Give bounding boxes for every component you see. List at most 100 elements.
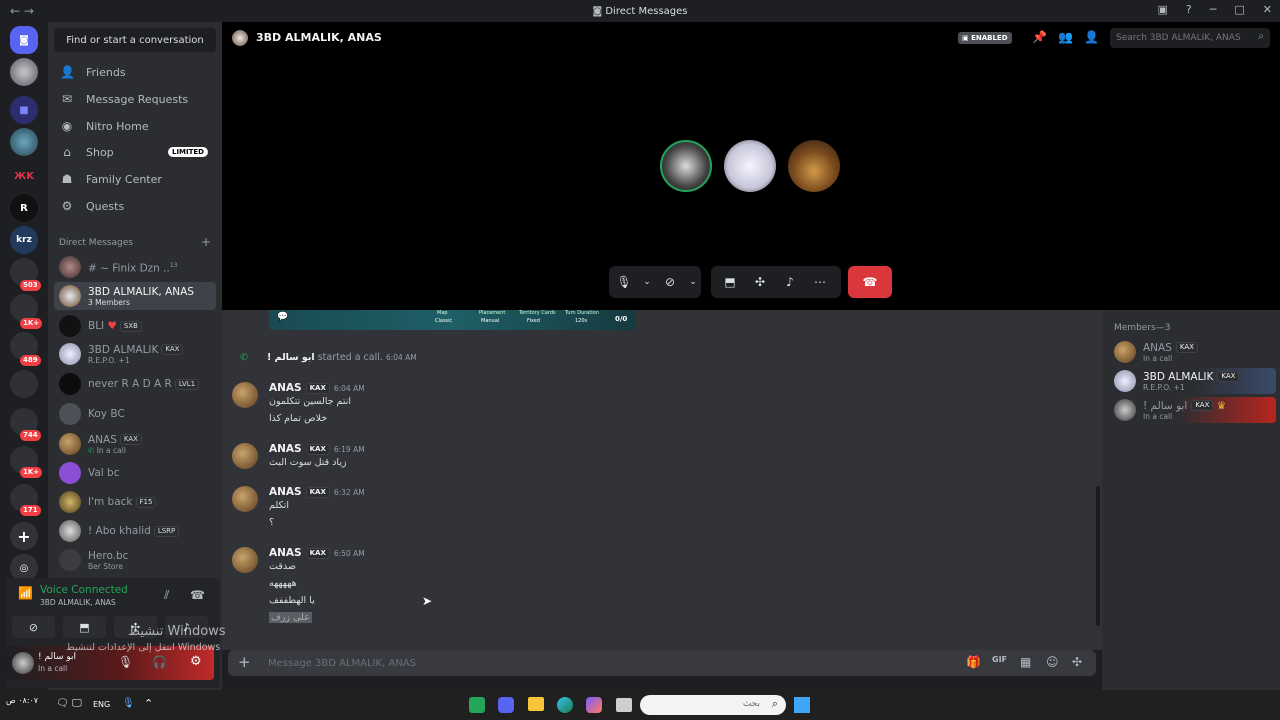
search-box[interactable]: ⌕ — [1110, 28, 1270, 48]
dm-item[interactable]: 3BD ALMALIK KAX R.E.P.O. +1 — [54, 340, 216, 368]
mic-icon[interactable]: 🎙 — [609, 266, 639, 298]
more-icon[interactable]: ⋯ — [805, 266, 835, 298]
chevron-down-icon[interactable]: ⌄ — [685, 266, 701, 298]
add-attachment-icon[interactable]: + — [238, 653, 251, 671]
dm-item[interactable]: never R A D A R LVL1 — [54, 370, 216, 398]
apps-icon[interactable]: ✣ — [1072, 655, 1082, 669]
unread-badge: 744 — [20, 430, 41, 441]
dm-item[interactable]: # ~ Finix Dzn ..13 — [54, 253, 216, 281]
chat-icon: 💬 — [277, 312, 289, 322]
server-icon[interactable]: ЖK — [10, 162, 38, 190]
language-indicator[interactable]: ENG — [93, 700, 110, 709]
window-title: ◙ Direct Messages — [592, 5, 688, 17]
camera-off-button[interactable]: ⊘ — [12, 616, 55, 638]
chat-scrollbar[interactable] — [1096, 486, 1100, 626]
server-icon[interactable] — [10, 128, 38, 156]
disconnect-button[interactable]: ☎ — [848, 266, 892, 298]
dm-item[interactable]: ANAS KAX ✆ In a call — [54, 430, 216, 458]
gif-icon[interactable]: GIF — [992, 655, 1007, 664]
member-item[interactable]: ! ابو سالم KAX ♛ In a call — [1112, 397, 1276, 423]
camera-off-icon[interactable]: ⊘ — [655, 266, 685, 298]
message-input[interactable] — [268, 654, 868, 672]
nav-message-requests[interactable]: ✉ Message Requests — [54, 87, 216, 111]
voice-channel[interactable]: 3BD ALMALIK, ANAS — [40, 598, 116, 607]
avatar[interactable] — [232, 443, 258, 469]
mic-icon[interactable]: 🎙 — [118, 655, 133, 669]
nav-nitro-home[interactable]: ◉ Nitro Home — [54, 114, 216, 138]
chevron-down-icon[interactable]: ⌄ — [639, 266, 655, 298]
nav-family-center[interactable]: ☗ Family Center — [54, 167, 216, 191]
taskbar-app-icon[interactable] — [616, 698, 632, 712]
member-list-icon[interactable]: 👤 — [1084, 30, 1099, 44]
avatar[interactable] — [12, 652, 34, 674]
edge-icon[interactable] — [557, 697, 573, 713]
mic-icon[interactable]: 🎙 — [122, 698, 135, 709]
dm-item[interactable]: 3BD ALMALIK, ANAS 3 Members — [54, 282, 216, 310]
server-icon[interactable]: krz — [10, 226, 38, 254]
chevron-up-icon[interactable]: ⌃ — [144, 697, 153, 710]
discord-taskbar-icon[interactable] — [498, 697, 514, 713]
screen-share-button[interactable]: ⬒ — [63, 616, 106, 638]
nav-shop[interactable]: ⌂ Shop LIMITED — [54, 140, 216, 164]
unread-badge: 1K+ — [20, 467, 43, 478]
nav-friends[interactable]: 👤 Friends — [54, 60, 216, 84]
headphones-icon[interactable]: 🎧 — [152, 655, 167, 669]
participant-avatar[interactable] — [660, 140, 712, 192]
copilot-icon[interactable] — [586, 697, 602, 713]
settings-icon[interactable]: ⚙ — [190, 654, 202, 669]
disconnect-icon[interactable]: ☎ — [190, 588, 205, 602]
file-explorer-icon[interactable] — [528, 697, 544, 711]
discord-logo-icon: ◙ — [592, 5, 603, 17]
enabled-badge[interactable]: ▣ ENABLED — [958, 32, 1012, 44]
folder-icon[interactable]: ■ — [10, 96, 38, 124]
dm-item[interactable]: BLI ♥ SXB — [54, 312, 216, 340]
participant-avatar[interactable] — [788, 140, 840, 192]
avatar[interactable] — [232, 382, 258, 408]
mouse-cursor: ➤ — [422, 594, 433, 608]
help-icon[interactable]: ? — [1186, 3, 1192, 16]
sticker-icon[interactable]: ▦ — [1020, 655, 1031, 669]
server-icon[interactable]: R — [10, 194, 38, 222]
taskbar-app-icon[interactable] — [469, 697, 485, 713]
dm-item[interactable]: Hero.bc Ber Store — [54, 546, 216, 574]
find-conversation-button[interactable]: Find or start a conversation — [54, 28, 216, 52]
emoji-icon[interactable]: ☺ — [1046, 655, 1059, 669]
member-item[interactable]: ANAS KAX In a call — [1112, 339, 1276, 365]
participant-avatar[interactable] — [724, 140, 776, 192]
dm-item[interactable]: ! Abo khalid LSRP — [54, 517, 216, 545]
create-dm-button[interactable]: + — [201, 236, 211, 248]
soundboard-icon[interactable]: ♪ — [775, 266, 805, 298]
avatar[interactable] — [232, 486, 258, 512]
screen-share-icon[interactable]: ⬒ — [715, 266, 745, 298]
home-button[interactable]: ◙ — [10, 26, 38, 54]
add-server-button[interactable]: + — [10, 522, 38, 550]
minimize-button[interactable]: ─ — [1210, 3, 1217, 16]
taskbar-search[interactable]: بحث ⌕ — [640, 695, 786, 715]
noise-suppression-icon[interactable]: ⫽ — [164, 588, 169, 603]
display-icon[interactable]: 🖵 — [72, 698, 82, 709]
screen-icon[interactable]: ▣ — [1158, 3, 1168, 16]
avatar — [59, 433, 81, 455]
clock[interactable]: ٠٨:٠٧ ص — [6, 696, 38, 705]
server-icon[interactable] — [10, 58, 38, 86]
call-controls-audio: 🎙 ⌄ ⊘ ⌄ — [609, 266, 701, 298]
server-folder[interactable] — [10, 370, 38, 398]
search-input[interactable] — [1116, 31, 1250, 45]
gift-icon[interactable]: 🎁 — [966, 655, 981, 669]
pin-icon[interactable]: 📌 — [1032, 30, 1047, 44]
message-input-bar: + 🎁 GIF ▦ ☺ ✣ — [228, 650, 1096, 676]
dm-item[interactable]: I'm back F15 — [54, 488, 216, 516]
close-button[interactable]: ✕ — [1263, 3, 1272, 16]
add-member-icon[interactable]: 👥 — [1058, 30, 1073, 44]
limited-badge: LIMITED — [167, 147, 208, 157]
windows-start-icon[interactable] — [794, 697, 810, 713]
maximize-button[interactable]: □ — [1234, 3, 1244, 16]
activities-icon[interactable]: ✣ — [745, 266, 775, 298]
member-item[interactable]: 3BD ALMALIK KAX R.E.P.O. +1 — [1112, 368, 1276, 394]
embed-image[interactable]: 💬 Map Classic Placement Manual Territory… — [269, 310, 635, 330]
dm-item[interactable]: Val bc — [54, 459, 216, 487]
notification-icon[interactable]: 🗨 — [56, 698, 69, 709]
avatar[interactable] — [232, 547, 258, 573]
nav-quests[interactable]: ⚙ Quests — [54, 194, 216, 218]
dm-item[interactable]: Koy BC — [54, 400, 216, 428]
